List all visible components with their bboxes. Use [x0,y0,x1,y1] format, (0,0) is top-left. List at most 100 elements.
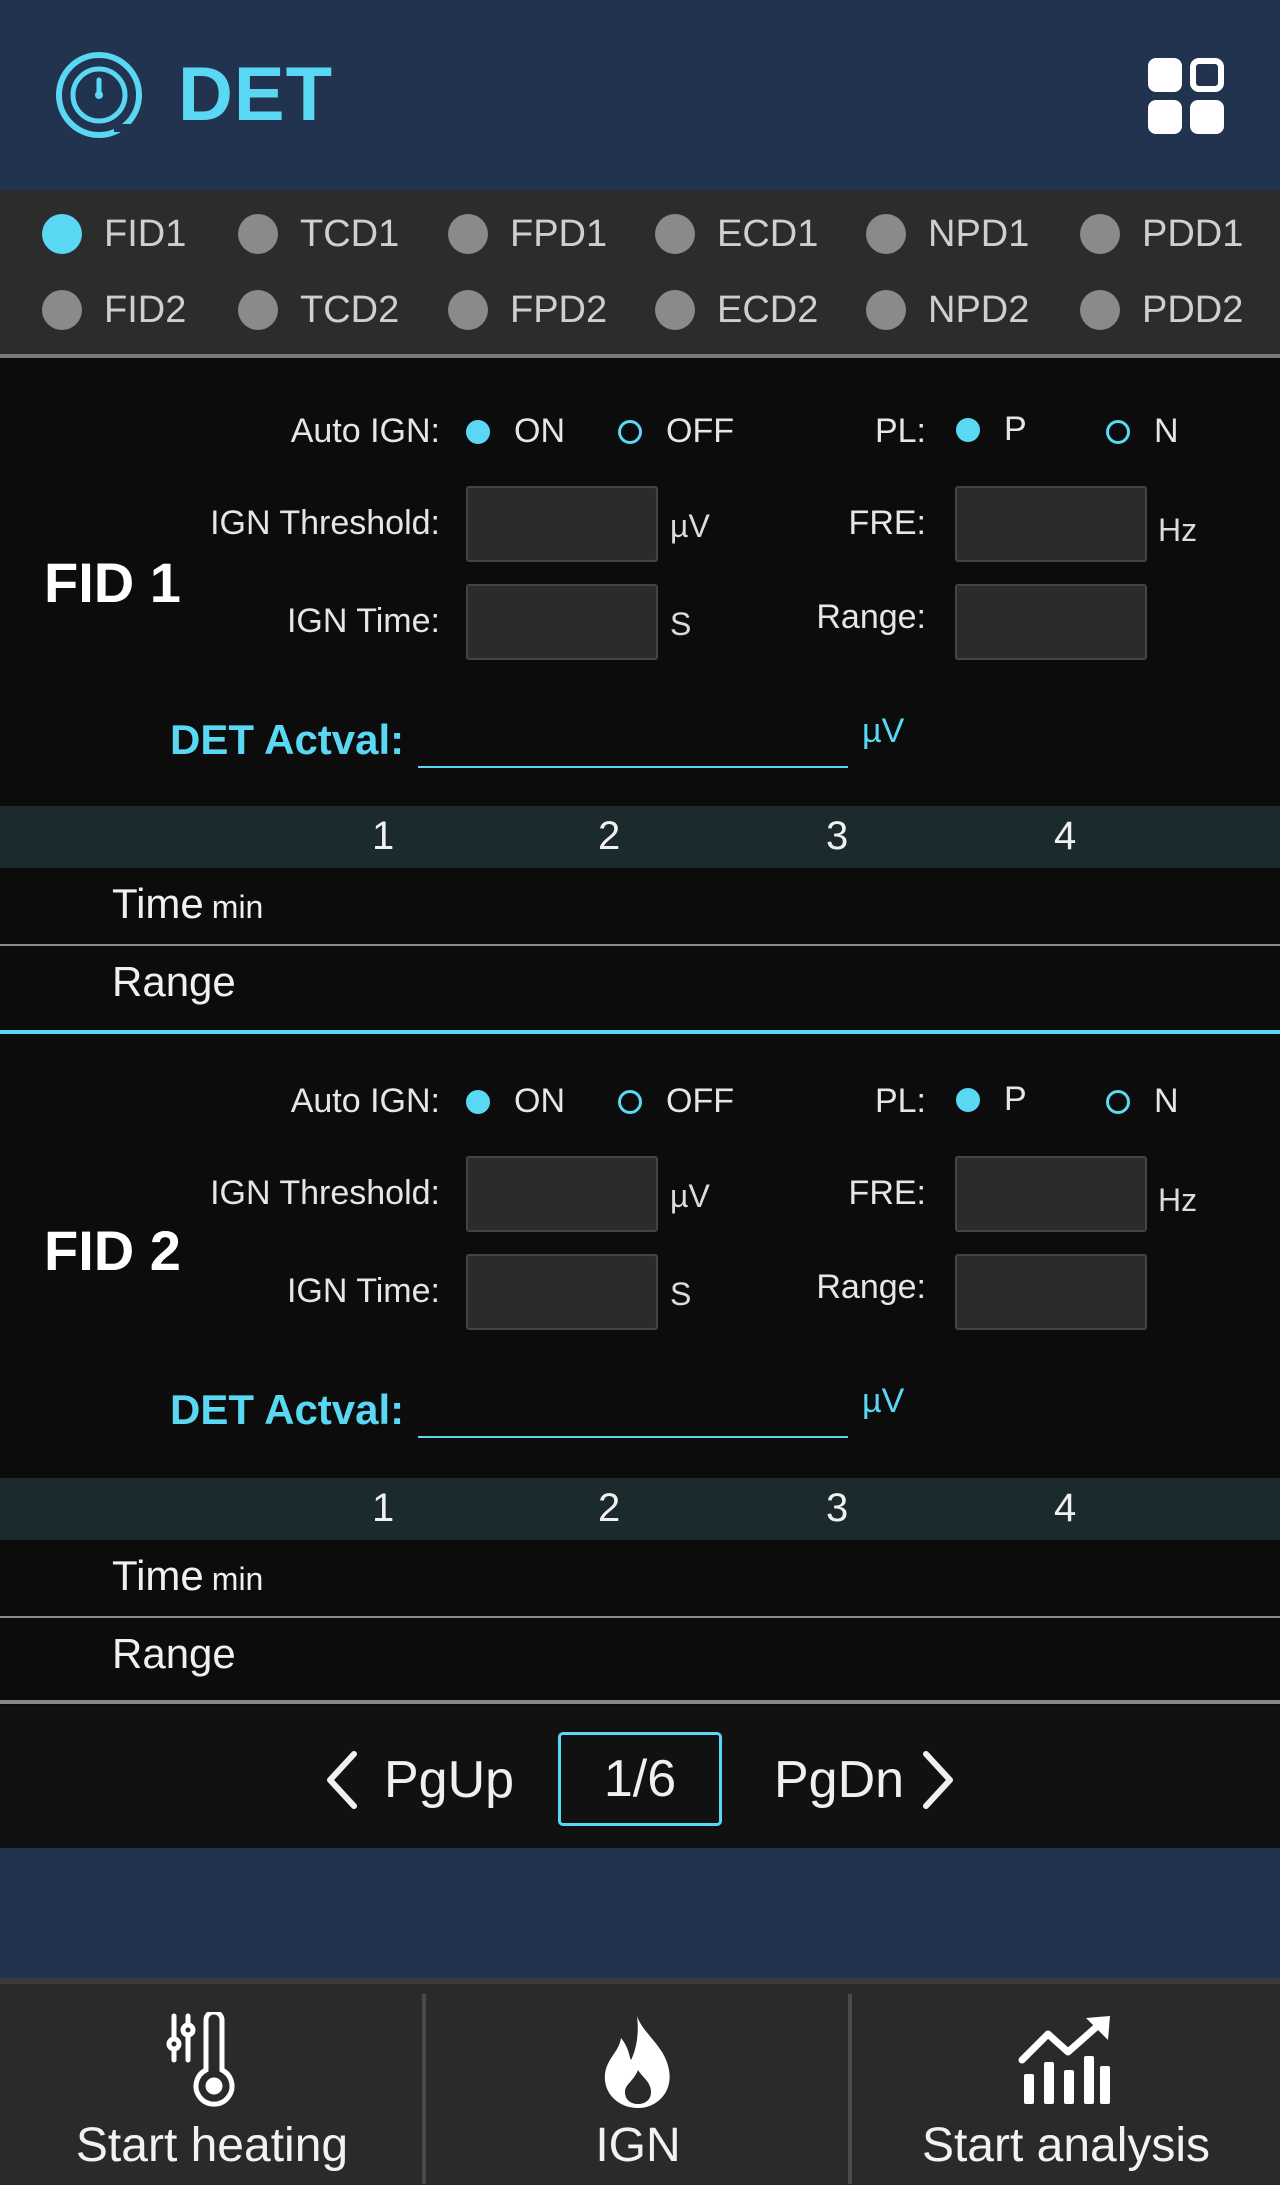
page-up-button[interactable]: PgUp [384,1750,514,1810]
time-row-label: Time min [112,880,263,928]
auto-ign-off-radio[interactable]: OFF [618,1082,734,1121]
detector-label: NPD1 [928,212,1030,255]
detector-option-tcd1[interactable]: TCD1 [238,212,399,256]
detector-option-pdd2[interactable]: PDD2 [1080,288,1243,332]
pl-label: PL: [874,412,926,450]
radio-dot-icon [1080,214,1120,254]
radio-dot-icon [42,290,82,330]
pl-n-radio[interactable]: N [1106,412,1179,451]
ign-threshold-input[interactable] [466,486,658,562]
radio-dot-icon [238,214,278,254]
ign-label: IGN [595,2119,681,2172]
time-label: Time [112,880,204,927]
start-analysis-button[interactable]: Start analysis [852,1984,1280,2185]
fid2-section: FID 2 Auto IGN: ON OFF PL: P N IGN Thres… [0,1034,1280,1702]
det-actval-unit: µV [862,712,905,750]
auto-ign-on-radio[interactable]: ON [466,412,565,451]
pl-label: PL: [874,1082,926,1120]
detector-label: PDD2 [1142,288,1244,331]
pl-p-radio[interactable]: P [956,1080,1027,1119]
radio-dot-icon [42,214,82,254]
time-row[interactable]: Time min [0,868,1280,944]
pager: PgUp 1/6 PgDn [0,1706,1280,1848]
auto-ign-label: Auto IGN: [290,412,440,450]
detector-label: ECD1 [717,212,819,255]
range-label: Range: [816,598,926,636]
detector-option-fid1[interactable]: FID1 [42,212,186,256]
detector-option-fid2[interactable]: FID2 [42,288,186,332]
range-row-label: Range [112,958,236,1005]
range-row[interactable]: Range [0,1618,1280,1694]
detector-option-ecd2[interactable]: ECD2 [655,288,818,332]
radio-label: P [1004,410,1027,448]
radio-label: ON [514,412,565,450]
radio-icon [618,419,642,444]
app-grid-icon[interactable] [1146,56,1226,136]
radio-label: N [1154,412,1179,450]
radio-dot-icon [866,214,906,254]
detector-label: NPD2 [928,288,1030,331]
column-header: 3 [826,1486,849,1530]
det-actval-field [418,1394,848,1438]
time-unit: min [211,889,264,925]
detector-option-npd2[interactable]: NPD2 [866,288,1029,332]
spacer-panel [0,1848,1280,1978]
radio-icon [466,419,490,444]
column-header: 2 [598,814,621,858]
radio-icon [1106,419,1130,444]
radio-label: N [1154,1082,1179,1120]
detector-label: TCD2 [300,288,400,331]
detector-option-npd1[interactable]: NPD1 [866,212,1029,256]
radio-dot-icon [655,290,695,330]
detector-option-tcd2[interactable]: TCD2 [238,288,399,332]
detector-label: TCD1 [300,212,400,255]
fre-input[interactable] [955,486,1147,562]
range-input[interactable] [955,1254,1147,1330]
det-actval-field [418,724,848,768]
radio-icon [466,1089,490,1114]
radio-dot-icon [655,214,695,254]
column-header: 4 [1054,1486,1077,1530]
chevron-left-icon[interactable] [322,1750,362,1810]
ign-time-label: IGN Time: [286,602,440,640]
range-label: Range: [816,1268,926,1306]
ign-time-input[interactable] [466,1254,658,1330]
detector-option-pdd1[interactable]: PDD1 [1080,212,1243,256]
chevron-right-icon[interactable] [918,1750,958,1810]
pl-p-radio[interactable]: P [956,410,1027,449]
time-row-label: Time min [112,1552,263,1600]
auto-ign-off-radio[interactable]: OFF [618,412,734,451]
section-divider [0,1700,1280,1704]
detector-label: FPD1 [510,212,608,255]
radio-icon [1106,1089,1130,1114]
ign-button[interactable]: IGN [426,1984,850,2185]
fre-input[interactable] [955,1156,1147,1232]
ign-threshold-unit: µV [670,1178,710,1214]
ign-time-input[interactable] [466,584,658,660]
range-row[interactable]: Range [0,946,1280,1022]
detector-selector: FID1 TCD1 FPD1 ECD1 NPD1 PDD1 FID2 TCD2 … [0,190,1280,358]
app-header: DET [0,0,1280,190]
start-heating-label: Start heating [75,2119,349,2172]
auto-ign-on-radio[interactable]: ON [466,1082,565,1121]
ign-threshold-input[interactable] [466,1156,658,1232]
detector-option-fpd1[interactable]: FPD1 [448,212,607,256]
time-row[interactable]: Time min [0,1540,1280,1616]
page-down-button[interactable]: PgDn [774,1750,904,1810]
column-header: 2 [598,1486,621,1530]
fre-unit: Hz [1158,1182,1198,1218]
radio-dot-icon [1080,290,1120,330]
range-input[interactable] [955,584,1147,660]
ign-threshold-unit: µV [670,508,710,544]
start-heating-button[interactable]: Start heating [0,1984,424,2185]
column-header: 1 [372,1486,395,1530]
detector-option-ecd1[interactable]: ECD1 [655,212,818,256]
column-header: 4 [1054,814,1077,858]
pl-n-radio[interactable]: N [1106,1082,1179,1121]
radio-label: ON [514,1082,565,1120]
ign-time-label: IGN Time: [286,1272,440,1310]
time-unit: min [211,1561,264,1597]
detector-label: FID1 [104,212,187,255]
detector-option-fpd2[interactable]: FPD2 [448,288,607,332]
detector-label: ECD2 [717,288,819,331]
